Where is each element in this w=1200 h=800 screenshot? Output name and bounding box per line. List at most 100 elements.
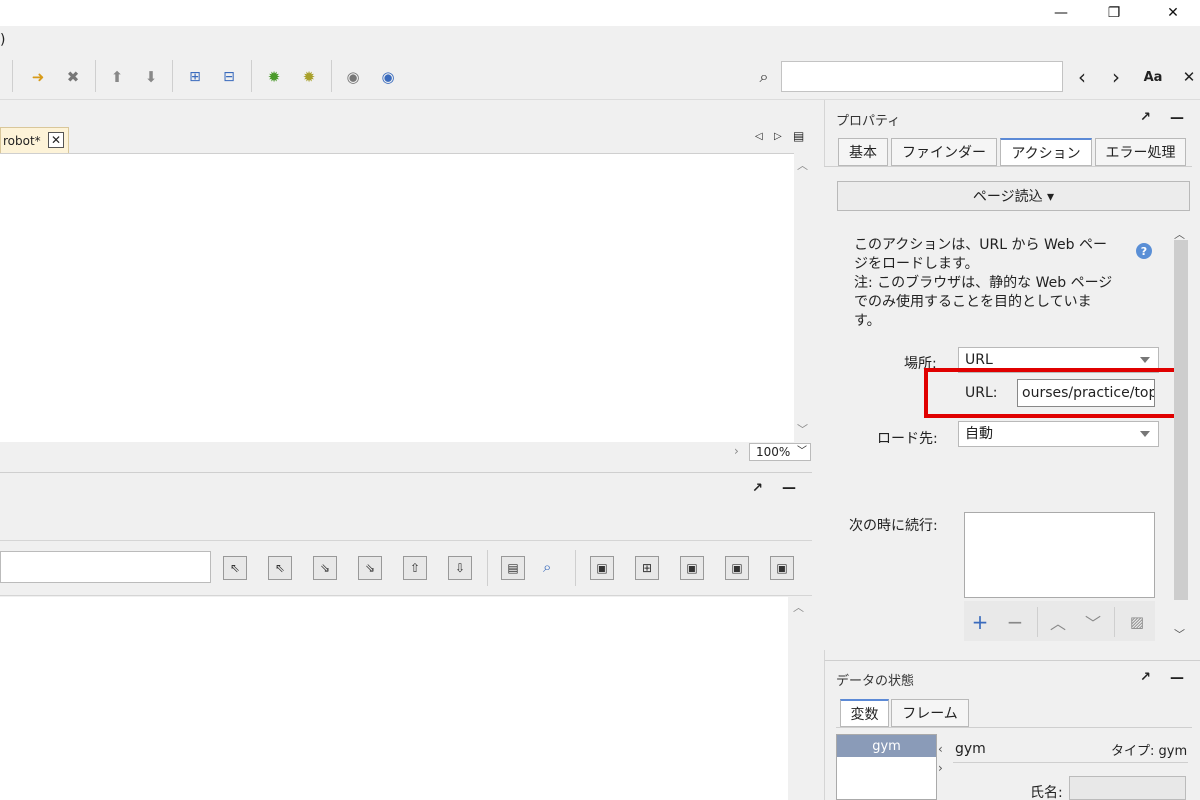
minimize-icon: — — [1054, 5, 1068, 21]
minimize-button[interactable]: — — [1038, 0, 1084, 26]
load-target-label: ロード先: — [877, 431, 938, 447]
minimize-panel-icon[interactable]: — — [1170, 110, 1184, 126]
frame-icon[interactable]: ▣ — [590, 556, 614, 580]
tab-variables[interactable]: 変数 — [840, 699, 889, 727]
name-field[interactable] — [1069, 776, 1186, 800]
toolbar-separator — [1114, 607, 1115, 637]
variable-list-item[interactable]: gym — [837, 735, 936, 757]
document-icon[interactable]: ▤ — [501, 556, 525, 580]
help-icon[interactable]: ? — [1136, 243, 1152, 259]
toolbar-separator — [12, 60, 13, 92]
globe-icon[interactable]: ◉ — [342, 66, 364, 88]
toolbar-separator — [251, 60, 252, 92]
match-case-button[interactable]: Aa — [1140, 66, 1166, 88]
tab-close-icon[interactable]: ✕ — [48, 132, 64, 148]
action-description: このアクションは、URL から Web ペー ジをロードします。 注: このブラ… — [854, 237, 1113, 329]
maximize-icon[interactable]: ↗ — [1140, 670, 1151, 685]
remove-icon[interactable]: − — [1004, 610, 1026, 634]
move-element-up-button[interactable]: ⇧ — [403, 556, 427, 580]
search-prev-button[interactable]: ‹ — [1071, 65, 1093, 89]
action-select-button[interactable]: ページ読込 ▾ — [837, 181, 1190, 211]
scroll-thumb[interactable] — [1174, 240, 1188, 600]
scroll-down-icon[interactable]: ﹀ — [1174, 626, 1185, 642]
zoom-select[interactable]: 100% ﹀ — [749, 443, 811, 461]
scroll-down-icon[interactable]: ﹀ — [797, 421, 808, 437]
tab-basic[interactable]: 基本 — [838, 138, 888, 166]
edit-icon[interactable]: ▨ — [1126, 611, 1148, 633]
add-icon[interactable]: + — [969, 610, 991, 634]
move-down-icon[interactable]: ⬇ — [140, 66, 162, 88]
select-lower-right-button[interactable]: ⇘ — [358, 556, 382, 580]
close-search-button[interactable]: ✕ — [1178, 66, 1200, 88]
toolbar-separator — [575, 550, 576, 586]
tab-divider — [836, 727, 1192, 728]
select-down-button[interactable]: ⇘ — [313, 556, 337, 580]
move-up-icon[interactable]: ︿ — [1047, 611, 1069, 633]
tab-action[interactable]: アクション — [1000, 138, 1092, 166]
search-icon: ⌕ — [759, 67, 769, 86]
search-next-button[interactable]: › — [1105, 65, 1127, 89]
location-value: URL — [965, 352, 993, 368]
debug-step-icon[interactable]: ✹ — [298, 66, 320, 88]
tab-scroll-right-icon[interactable]: ▷ — [774, 131, 782, 142]
expand-icon[interactable]: ⊞ — [184, 66, 206, 88]
move-element-down-button[interactable]: ⇩ — [448, 556, 472, 580]
maximize-icon[interactable]: ↗ — [1140, 110, 1151, 125]
chevron-left-icon[interactable]: ‹ — [938, 742, 943, 756]
editor-tab-label: robot* — [3, 134, 41, 148]
title-bar — [0, 0, 1200, 26]
editor-tab[interactable]: robot* ✕ — [0, 127, 69, 154]
remove-step-icon[interactable]: ✖ — [62, 66, 84, 88]
minimize-panel-icon[interactable]: — — [1170, 670, 1184, 686]
collapse-icon[interactable]: ⊟ — [218, 66, 240, 88]
frames-icon[interactable]: ▣ — [725, 556, 749, 580]
lower-panel-scrollbar[interactable]: ︿ — [788, 597, 812, 800]
lower-panel-content[interactable] — [0, 597, 788, 800]
tab-list-icon[interactable]: ▤ — [793, 129, 804, 143]
continue-on-label: 次の時に続行: — [849, 518, 938, 534]
scroll-up-icon[interactable]: ︿ — [797, 157, 808, 173]
chevron-down-icon — [1140, 431, 1150, 437]
restore-icon: ❐ — [1107, 5, 1121, 21]
scroll-right-icon[interactable]: › — [734, 444, 739, 458]
restore-button[interactable]: ❐ — [1091, 0, 1137, 26]
insert-step-icon[interactable]: ➜ — [27, 66, 49, 88]
tab-scroll-left-icon[interactable]: ◁ — [755, 131, 763, 142]
toolbar-separator — [172, 60, 173, 92]
maximize-icon[interactable]: ↗ — [752, 481, 763, 496]
toolbar-separator — [1037, 607, 1038, 637]
editor-canvas[interactable] — [0, 153, 794, 442]
move-down-icon[interactable]: ﹀ — [1082, 611, 1104, 633]
detail-divider — [953, 762, 1188, 763]
chevron-right-icon[interactable]: › — [938, 761, 943, 775]
menu-fragment: ) — [0, 32, 6, 48]
search-input[interactable] — [781, 61, 1063, 92]
move-up-icon[interactable]: ⬆ — [106, 66, 128, 88]
load-target-select[interactable]: 自動 — [958, 421, 1159, 447]
close-window-button[interactable]: ✕ — [1150, 0, 1196, 26]
select-upper-left-button[interactable]: ⇖ — [223, 556, 247, 580]
add-frame-icon[interactable]: ⊞ — [635, 556, 659, 580]
chevron-down-icon — [1140, 357, 1150, 363]
zoom-value: 100% — [756, 445, 791, 459]
delete-frame-icon[interactable]: ▣ — [680, 556, 704, 580]
editor-vertical-scrollbar[interactable]: ︿ ﹀ — [794, 153, 812, 442]
select-up-button[interactable]: ⇖ — [268, 556, 292, 580]
data-state-title: データの状態 — [836, 674, 915, 689]
tab-finder[interactable]: ファインダー — [891, 138, 997, 166]
minimize-panel-icon[interactable]: — — [782, 480, 796, 496]
toolbar-separator — [487, 550, 488, 586]
publish-icon[interactable]: ◉ — [377, 66, 399, 88]
lower-panel-input[interactable] — [0, 551, 211, 583]
continue-on-list[interactable] — [964, 512, 1155, 598]
name-label: 氏名: — [1030, 785, 1063, 800]
view-frame-icon[interactable]: ▣ — [770, 556, 794, 580]
tab-error-handling[interactable]: エラー処理 — [1095, 138, 1186, 166]
toolbar-separator — [331, 60, 332, 92]
url-field[interactable]: ourses/practice/top — [1017, 379, 1155, 407]
debug-icon[interactable]: ✹ — [263, 66, 285, 88]
tab-frames[interactable]: フレーム — [891, 699, 969, 727]
scroll-up-icon[interactable]: ︿ — [793, 599, 804, 615]
variable-name: gym — [955, 741, 986, 757]
zoom-search-icon[interactable]: ⌕ — [543, 558, 551, 576]
